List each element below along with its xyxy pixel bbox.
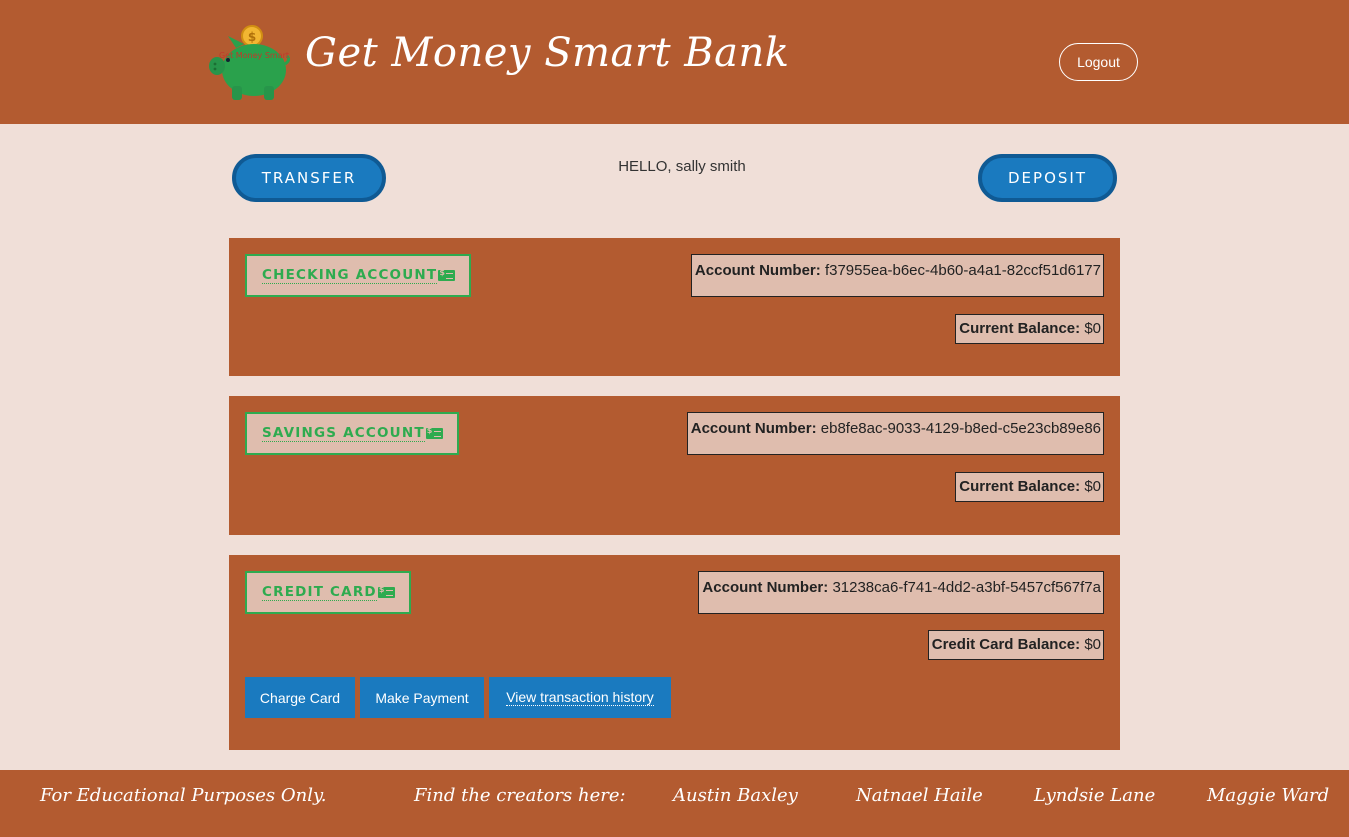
- site-title: Get Money Smart Bank: [305, 30, 790, 76]
- balance-label: Current Balance:: [959, 478, 1081, 495]
- svg-text:Get Money Smart: Get Money Smart: [219, 51, 289, 60]
- money-bill-icon: [438, 268, 456, 281]
- footer-disclaimer: For Educational Purposes Only.: [40, 785, 327, 806]
- deposit-button[interactable]: DEPOSIT: [978, 154, 1117, 202]
- piggy-bank-logo: $ Get Money Smart: [209, 25, 290, 100]
- creator-link-lyndsie[interactable]: Lyndsie Lane: [1034, 785, 1155, 806]
- credit-card-link[interactable]: CREDIT CARD: [245, 571, 411, 614]
- money-bill-icon: [377, 585, 395, 598]
- balance-label: Credit Card Balance:: [931, 636, 1081, 653]
- balance-label: Current Balance:: [959, 320, 1081, 337]
- transfer-button[interactable]: TRANSFER: [232, 154, 386, 202]
- account-number-box: Account Number: eb8fe8ac-9033-4129-b8ed-…: [686, 412, 1104, 455]
- site-footer: For Educational Purposes Only. Find the …: [0, 770, 1349, 837]
- logout-button[interactable]: Logout: [1059, 43, 1138, 81]
- footer-creators-label: Find the creators here:: [414, 785, 626, 806]
- balance-value: $0: [1084, 636, 1101, 653]
- account-number-label: Account Number:: [690, 420, 817, 437]
- balance-box: Current Balance: $0: [955, 472, 1104, 502]
- greeting-text: HELLO, sally smith: [618, 158, 746, 175]
- checking-account-card: CHECKING ACCOUNT Account Number: f37955e…: [229, 238, 1120, 376]
- creator-link-natnael[interactable]: Natnael Haile: [856, 785, 983, 806]
- make-payment-button[interactable]: Make Payment: [360, 677, 484, 718]
- view-history-label: View transaction history: [506, 689, 654, 706]
- money-bill-icon: [425, 426, 443, 439]
- account-number-value: f37955ea-b6ec-4b60-a4a1-82ccf51d6177: [824, 262, 1101, 279]
- creator-link-maggie[interactable]: Maggie Ward: [1207, 785, 1329, 806]
- account-number-label: Account Number:: [702, 579, 829, 596]
- balance-value: $0: [1084, 478, 1101, 495]
- view-history-button[interactable]: View transaction history: [489, 677, 671, 718]
- balance-value: $0: [1084, 320, 1101, 337]
- savings-account-link[interactable]: SAVINGS ACCOUNT: [245, 412, 459, 455]
- account-number-box: Account Number: f37955ea-b6ec-4b60-a4a1-…: [690, 254, 1104, 297]
- charge-card-button[interactable]: Charge Card: [245, 677, 355, 718]
- account-number-value: 31238ca6-f741-4dd2-a3bf-5457cf567f7a: [832, 579, 1101, 596]
- credit-card-label: CREDIT CARD: [262, 584, 377, 601]
- svg-text:$: $: [248, 30, 256, 44]
- account-number-value: eb8fe8ac-9033-4129-b8ed-c5e23cb89e86: [820, 420, 1101, 437]
- savings-account-label: SAVINGS ACCOUNT: [262, 425, 425, 442]
- creator-link-austin[interactable]: Austin Baxley: [673, 785, 798, 806]
- savings-account-card: SAVINGS ACCOUNT Account Number: eb8fe8ac…: [229, 396, 1120, 535]
- account-number-label: Account Number:: [694, 262, 821, 279]
- checking-account-label: CHECKING ACCOUNT: [262, 267, 438, 284]
- site-header: $ Get Money Smart Get Money Smart Bank L…: [0, 0, 1349, 124]
- account-number-box: Account Number: 31238ca6-f741-4dd2-a3bf-…: [698, 571, 1104, 614]
- checking-account-link[interactable]: CHECKING ACCOUNT: [245, 254, 472, 297]
- credit-balance-box: Credit Card Balance: $0: [927, 630, 1104, 660]
- balance-box: Current Balance: $0: [955, 314, 1104, 344]
- credit-card-card: CREDIT CARD Account Number: 31238ca6-f74…: [229, 555, 1120, 750]
